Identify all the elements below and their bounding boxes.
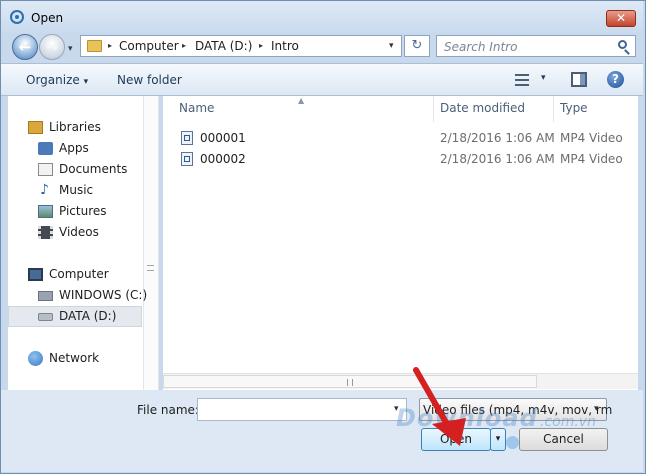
- command-toolbar: Organize ▾ New folder ▾ ?: [1, 63, 643, 96]
- scroll-grip: [347, 379, 353, 386]
- column-header-type[interactable]: Type: [560, 101, 588, 115]
- forward-button[interactable]: →: [39, 34, 65, 60]
- breadcrumb-separator[interactable]: ▸: [182, 41, 186, 50]
- breadcrumb-intro[interactable]: Intro: [271, 39, 299, 53]
- watermark-dot: [506, 436, 519, 449]
- navigation-scrollbar[interactable]: [143, 96, 158, 390]
- annotation-arrow-icon: [413, 367, 466, 446]
- network-icon: [28, 351, 43, 366]
- sidebar-item-label: Network: [49, 351, 100, 365]
- pictures-icon: [38, 205, 53, 218]
- column-divider[interactable]: [553, 96, 554, 122]
- scroll-grip[interactable]: [147, 265, 154, 271]
- file-name: 000002: [200, 152, 246, 166]
- sidebar-item-label: Apps: [59, 141, 89, 155]
- videos-icon: [38, 226, 53, 239]
- scrollbar-thumb[interactable]: [163, 375, 537, 388]
- folder-icon: [87, 40, 102, 52]
- file-date: 2/18/2016 1:06 AM: [440, 152, 555, 166]
- breadcrumb-separator[interactable]: ▸: [108, 41, 112, 50]
- search-input[interactable]: Search Intro: [436, 35, 636, 57]
- computer-icon: [28, 268, 43, 281]
- column-header-name[interactable]: Name: [179, 101, 214, 115]
- column-header-date-modified[interactable]: Date modified: [440, 101, 525, 115]
- breadcrumb-data-drive[interactable]: DATA (D:): [195, 39, 252, 53]
- file-name: 000001: [200, 131, 246, 145]
- sort-ascending-icon: ▲: [298, 96, 305, 105]
- file-row[interactable]: 000002 2/18/2016 1:06 AM MP4 Video: [181, 151, 636, 169]
- sidebar-item-label: Videos: [59, 225, 99, 239]
- chevron-down-icon: ▾: [594, 404, 599, 414]
- sidebar-item-label: WINDOWS (C:): [59, 288, 148, 302]
- sidebar-item-label: DATA (D:): [59, 309, 117, 323]
- breadcrumb-separator[interactable]: ▸: [259, 41, 263, 50]
- sidebar-item-label: Computer: [49, 267, 109, 281]
- file-name-input[interactable]: [197, 398, 407, 421]
- file-type: MP4 Video: [560, 152, 623, 166]
- organize-button[interactable]: Organize ▾: [26, 73, 88, 87]
- file-date: 2/18/2016 1:06 AM: [440, 131, 555, 145]
- sidebar-item-label: Libraries: [49, 120, 101, 134]
- drive-icon: [38, 291, 53, 301]
- file-row[interactable]: 000001 2/18/2016 1:06 AM MP4 Video: [181, 130, 636, 148]
- address-bar[interactable]: ▸ Computer ▸ DATA (D:) ▸ Intro ▾: [80, 35, 402, 57]
- sidebar-item-label: Pictures: [59, 204, 107, 218]
- chevron-down-icon: ▾: [83, 77, 89, 87]
- refresh-button[interactable]: ↻: [404, 35, 430, 57]
- file-type: MP4 Video: [560, 131, 623, 145]
- preview-pane-icon[interactable]: [571, 72, 587, 87]
- library-icon: [28, 121, 43, 134]
- horizontal-scrollbar[interactable]: [163, 373, 638, 389]
- file-name-label: File name:: [137, 403, 199, 417]
- apps-icon: [38, 142, 53, 155]
- video-file-icon: [181, 131, 193, 145]
- documents-icon: [38, 163, 53, 176]
- history-dropdown-icon[interactable]: ▾: [68, 44, 73, 54]
- cancel-button[interactable]: Cancel: [519, 428, 608, 451]
- close-button[interactable]: ✕: [606, 10, 636, 27]
- search-placeholder: Search Intro: [444, 40, 518, 54]
- change-view-icon[interactable]: [515, 74, 529, 86]
- back-button[interactable]: ←: [12, 34, 38, 60]
- music-icon: ♪: [40, 182, 49, 198]
- search-icon[interactable]: [618, 40, 627, 49]
- view-dropdown-icon[interactable]: ▾: [541, 73, 546, 83]
- new-folder-button[interactable]: New folder: [117, 73, 182, 87]
- help-icon[interactable]: ?: [607, 71, 624, 88]
- title-bar: Open ✕: [1, 1, 643, 33]
- breadcrumb-computer[interactable]: Computer: [119, 39, 179, 53]
- drive-icon: [38, 313, 53, 321]
- sidebar-item-label: Documents: [59, 162, 128, 176]
- app-icon: [10, 10, 24, 24]
- column-divider[interactable]: [433, 96, 434, 122]
- address-dropdown-icon[interactable]: ▾: [389, 41, 394, 51]
- video-file-icon: [181, 152, 193, 166]
- window-title: Open: [31, 11, 64, 25]
- file-list-pane: ▲ Name Date modified Type 000001 2/18/20…: [163, 96, 638, 390]
- sidebar-item-label: Music: [59, 183, 94, 197]
- open-dropdown-button[interactable]: ▾: [490, 428, 506, 451]
- organize-label: Organize: [26, 73, 80, 87]
